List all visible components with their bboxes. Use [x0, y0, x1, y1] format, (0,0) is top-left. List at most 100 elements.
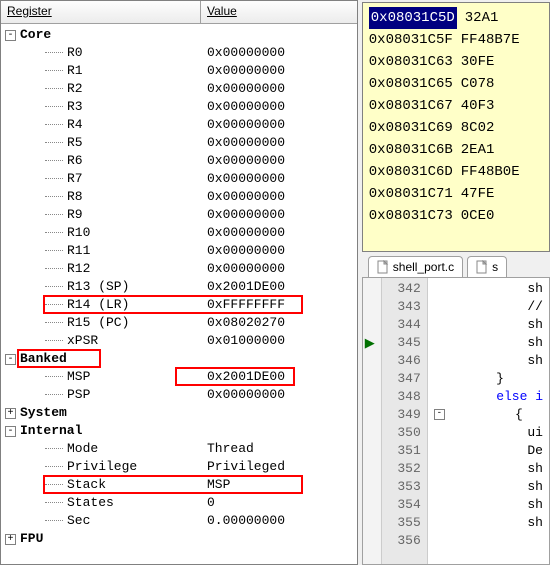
code-line[interactable]: sh	[434, 352, 543, 370]
tree-item[interactable]: R40x00000000	[1, 116, 357, 134]
execution-pointer-icon: ▶	[365, 334, 375, 352]
line-number[interactable]: 351	[384, 442, 421, 460]
code-line[interactable]: sh	[434, 514, 543, 532]
tree-item[interactable]: R15 (PC)0x08020270	[1, 314, 357, 332]
code-line[interactable]: sh	[434, 316, 543, 334]
tab-strip[interactable]: shell_port.c s	[362, 254, 550, 278]
register-header-value[interactable]: Value	[201, 1, 357, 23]
line-number[interactable]: 346	[384, 352, 421, 370]
memory-line[interactable]: 0x08031C7147FE	[369, 183, 543, 205]
line-number[interactable]: 349	[384, 406, 421, 424]
tab-label: shell_port.c	[393, 260, 454, 274]
tree-group[interactable]: +FPU	[1, 530, 357, 548]
register-value: 0.00000000	[201, 512, 357, 530]
tree-item[interactable]: R60x00000000	[1, 152, 357, 170]
tree-item[interactable]: PrivilegePrivileged	[1, 458, 357, 476]
memory-line[interactable]: 0x08031C698C02	[369, 117, 543, 139]
memory-address: 0x08031C63	[369, 51, 453, 73]
memory-address: 0x08031C6D	[369, 161, 453, 183]
memory-panel[interactable]: 0x08031C5D32A10x08031C5FFF48B7E0x08031C6…	[362, 2, 550, 252]
memory-line[interactable]: 0x08031C65C078	[369, 73, 543, 95]
register-name: R8	[67, 188, 83, 206]
memory-line[interactable]: 0x08031C730CE0	[369, 205, 543, 227]
tree-item[interactable]: R20x00000000	[1, 80, 357, 98]
editor-tab[interactable]: shell_port.c	[368, 256, 463, 277]
memory-line[interactable]: 0x08031C6740F3	[369, 95, 543, 117]
line-number[interactable]: 342	[384, 280, 421, 298]
memory-line[interactable]: 0x08031C6B2EA1	[369, 139, 543, 161]
memory-line[interactable]: 0x08031C5D32A1	[369, 7, 543, 29]
line-number[interactable]: 344	[384, 316, 421, 334]
code-column[interactable]: sh // sh sh sh } else i- { ui De sh sh s…	[428, 278, 549, 564]
tree-item[interactable]: R100x00000000	[1, 224, 357, 242]
tree-group[interactable]: -Internal	[1, 422, 357, 440]
register-name: R3	[67, 98, 83, 116]
code-line[interactable]: sh	[434, 496, 543, 514]
group-label: Core	[20, 26, 51, 44]
register-value: 0x00000000	[201, 386, 357, 404]
tree-item[interactable]: R110x00000000	[1, 242, 357, 260]
editor[interactable]: ▶ 34234334434534634734834935035135235335…	[362, 278, 550, 565]
tree-toggle-icon[interactable]: +	[5, 408, 16, 419]
tree-item[interactable]: R14 (LR) 0xFFFFFFFF	[1, 296, 357, 314]
tree-item[interactable]: States0	[1, 494, 357, 512]
tree-item[interactable]: R120x00000000	[1, 260, 357, 278]
tree-item[interactable]: R10x00000000	[1, 62, 357, 80]
code-line[interactable]: sh	[434, 460, 543, 478]
register-name: Privilege	[67, 458, 137, 476]
fold-toggle-icon[interactable]: -	[434, 409, 445, 420]
tree-group[interactable]: -Core	[1, 26, 357, 44]
line-number[interactable]: 345	[384, 334, 421, 352]
line-number[interactable]: 352	[384, 460, 421, 478]
tree-item[interactable]: ModeThread	[1, 440, 357, 458]
tree-item[interactable]: R00x00000000	[1, 44, 357, 62]
register-name: R14 (LR)	[67, 296, 129, 314]
tree-item[interactable]: MSP0x2001DE00	[1, 368, 357, 386]
code-line[interactable]: De	[434, 442, 543, 460]
register-header-register[interactable]: Register	[1, 1, 201, 23]
tree-item[interactable]: Sec0.00000000	[1, 512, 357, 530]
line-number[interactable]: 348	[384, 388, 421, 406]
code-line[interactable]: ui	[434, 424, 543, 442]
code-line[interactable]: else i	[434, 388, 543, 406]
tree-toggle-icon[interactable]: +	[5, 534, 16, 545]
register-header[interactable]: Register Value	[1, 1, 357, 24]
code-line[interactable]: //	[434, 298, 543, 316]
line-number[interactable]: 356	[384, 532, 421, 550]
line-number[interactable]: 353	[384, 478, 421, 496]
line-gutter[interactable]: 3423433443453463473483493503513523533543…	[382, 278, 428, 564]
line-number[interactable]: 350	[384, 424, 421, 442]
code-line[interactable]: sh	[434, 478, 543, 496]
register-name: xPSR	[67, 332, 98, 350]
editor-tab[interactable]: s	[467, 256, 507, 277]
register-tree[interactable]: -CoreR00x00000000R10x00000000R20x0000000…	[1, 24, 357, 565]
register-value: 0xFFFFFFFF	[201, 296, 357, 314]
tree-toggle-icon[interactable]: -	[5, 354, 16, 365]
register-name: R10	[67, 224, 90, 242]
memory-address: 0x08031C65	[369, 73, 453, 95]
line-number[interactable]: 354	[384, 496, 421, 514]
code-line[interactable]: sh	[434, 280, 543, 298]
tree-toggle-icon[interactable]: -	[5, 30, 16, 41]
tree-item[interactable]: R30x00000000	[1, 98, 357, 116]
code-line[interactable]: - {	[434, 406, 543, 424]
tree-toggle-icon[interactable]: -	[5, 426, 16, 437]
tree-item[interactable]: PSP0x00000000	[1, 386, 357, 404]
tree-item[interactable]: R13 (SP)0x2001DE00	[1, 278, 357, 296]
tree-item[interactable]: R80x00000000	[1, 188, 357, 206]
tree-item[interactable]: R90x00000000	[1, 206, 357, 224]
line-number[interactable]: 343	[384, 298, 421, 316]
tree-group[interactable]: +System	[1, 404, 357, 422]
tree-item[interactable]: StackMSP	[1, 476, 357, 494]
tree-item[interactable]: R70x00000000	[1, 170, 357, 188]
code-line[interactable]: }	[434, 370, 543, 388]
line-number[interactable]: 355	[384, 514, 421, 532]
tree-item[interactable]: R50x00000000	[1, 134, 357, 152]
tree-group[interactable]: -Banked	[1, 350, 357, 368]
tree-item[interactable]: xPSR0x01000000	[1, 332, 357, 350]
memory-line[interactable]: 0x08031C6DFF48B0E	[369, 161, 543, 183]
code-line[interactable]: sh	[434, 334, 543, 352]
line-number[interactable]: 347	[384, 370, 421, 388]
memory-line[interactable]: 0x08031C5FFF48B7E	[369, 29, 543, 51]
memory-line[interactable]: 0x08031C6330FE	[369, 51, 543, 73]
